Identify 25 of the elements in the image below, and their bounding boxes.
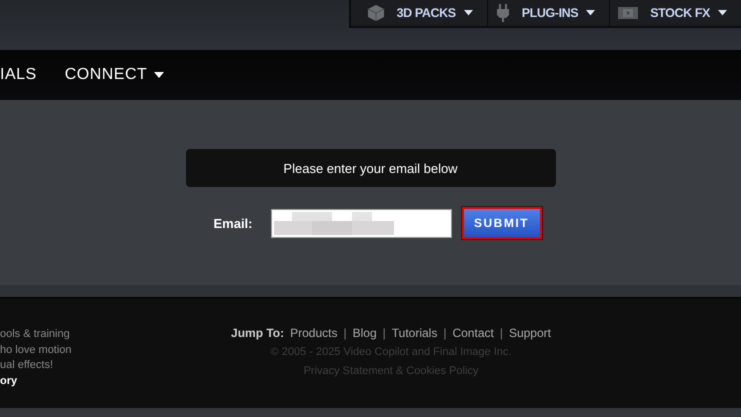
about-text: ools & training bbox=[0, 327, 71, 342]
email-label: Email: bbox=[213, 216, 252, 230]
info-message: Please enter your email below bbox=[186, 149, 556, 187]
footer-link[interactable]: Support bbox=[508, 326, 551, 340]
cube-icon bbox=[366, 4, 385, 22]
about-text: ho love motion bbox=[0, 342, 73, 358]
separator: | bbox=[443, 326, 446, 340]
film-strip-icon bbox=[618, 6, 638, 20]
about-text: ual effects! bbox=[0, 358, 54, 373]
footer-link[interactable]: Tutorials bbox=[392, 326, 438, 340]
submit-button[interactable]: SUBMIT bbox=[462, 207, 542, 239]
about-link[interactable]: ory bbox=[0, 374, 200, 389]
menu-item[interactable]: 3D PACKS bbox=[358, 0, 487, 26]
plug-icon bbox=[496, 4, 510, 22]
nav-link[interactable]: IALS bbox=[0, 66, 37, 84]
menu-item[interactable]: PLUG-INS bbox=[486, 0, 610, 26]
jump-to-label: Jump To: bbox=[231, 326, 284, 340]
separator: | bbox=[500, 326, 503, 340]
footer-link[interactable]: Contact bbox=[452, 326, 494, 340]
menu-item[interactable]: STOCK FX bbox=[609, 0, 741, 26]
footer-link[interactable]: Blog bbox=[352, 326, 377, 340]
separator: | bbox=[343, 326, 347, 340]
separator: | bbox=[382, 326, 386, 340]
footer-link[interactable]: Products bbox=[290, 326, 338, 340]
nav-link[interactable]: CONNECT bbox=[64, 66, 164, 84]
